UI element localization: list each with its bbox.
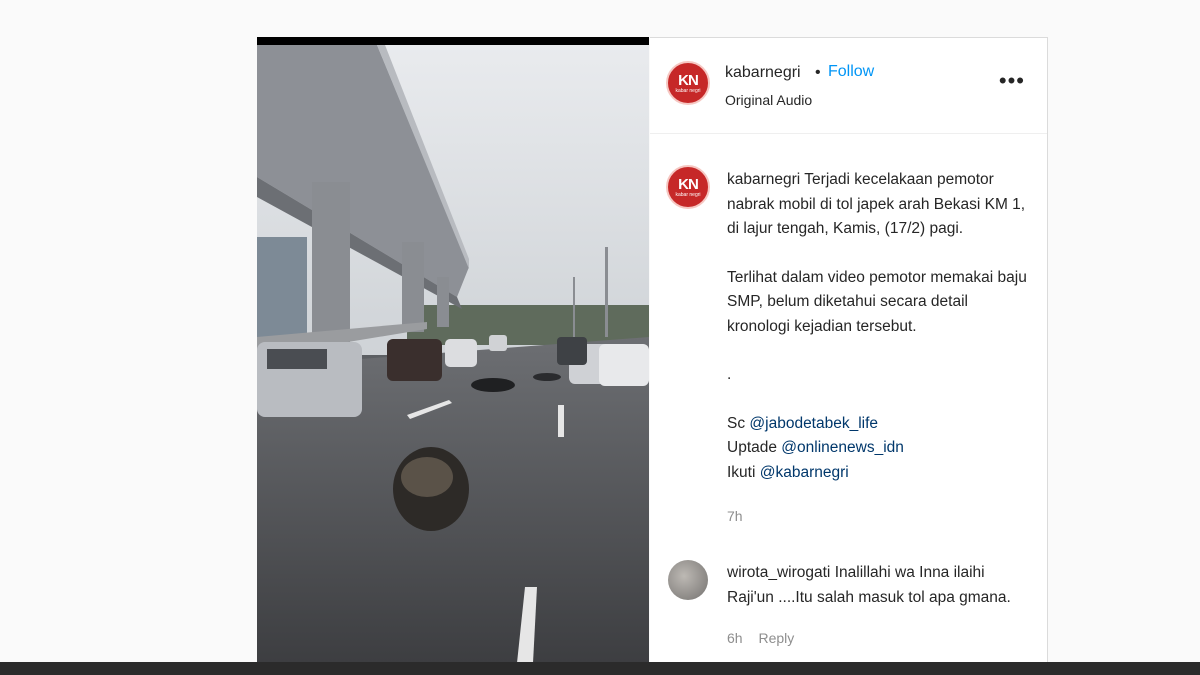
header-username[interactable]: kabarnegri bbox=[725, 64, 801, 82]
caption-logo-subtext: kabar negri bbox=[675, 191, 701, 198]
caption-paragraph-2: Terlihat dalam video pemotor memakai baj… bbox=[727, 268, 1027, 335]
credit-line-3: Ikuti @kabarnegri bbox=[727, 461, 1032, 486]
post-timestamp[interactable]: 7h bbox=[727, 508, 743, 524]
profile-avatar[interactable]: KN kabar negri bbox=[666, 61, 710, 105]
post-panel: KN kabar negri kabarnegri • Follow Origi… bbox=[650, 37, 1048, 663]
post-header: KN kabar negri kabarnegri • Follow Origi… bbox=[650, 38, 1047, 134]
caption-logo-text: KN bbox=[678, 175, 699, 193]
credit-1-prefix: Sc bbox=[727, 414, 746, 432]
video-player[interactable] bbox=[257, 37, 649, 663]
mention-jabodetabek[interactable]: @jabodetabek_life bbox=[749, 415, 878, 432]
comment-meta: 6h Reply bbox=[727, 630, 806, 646]
credit-line-1: Sc @jabodetabek_life bbox=[727, 412, 1032, 437]
mention-kabarnegri[interactable]: @kabarnegri bbox=[760, 464, 849, 481]
credit-line-2: Uptade @onlinenews_idn bbox=[727, 436, 1032, 461]
post-caption: kabarnegri Terjadi kecelakaan pemotor na… bbox=[727, 168, 1032, 485]
bottom-bar bbox=[0, 662, 1200, 675]
separator-dot: • bbox=[815, 64, 821, 81]
caption-avatar[interactable]: KN kabar negri bbox=[666, 165, 710, 209]
caption-dot: . bbox=[727, 366, 732, 383]
caption-username[interactable]: kabarnegri bbox=[727, 171, 800, 188]
video-frame bbox=[257, 37, 649, 663]
brand-logo-text: KN bbox=[678, 71, 699, 89]
commenter-avatar[interactable] bbox=[668, 560, 708, 600]
reply-button[interactable]: Reply bbox=[758, 630, 794, 646]
mention-onlinenews[interactable]: @onlinenews_idn bbox=[781, 439, 904, 456]
credit-2-prefix: Uptade bbox=[727, 439, 777, 456]
brand-logo-subtext: kabar negri bbox=[675, 87, 701, 94]
comment-username[interactable]: wirota_wirogati bbox=[727, 564, 830, 581]
comment: wirota_wirogati Inalillahi wa Inna ilaih… bbox=[727, 561, 1032, 610]
more-options-icon[interactable]: ••• bbox=[999, 70, 1025, 92]
credit-3-prefix: Ikuti bbox=[727, 463, 756, 481]
comment-timestamp[interactable]: 6h bbox=[727, 630, 743, 646]
audio-label[interactable]: Original Audio bbox=[725, 92, 812, 108]
follow-button[interactable]: Follow bbox=[828, 63, 874, 81]
caption-paragraph-1: kabarnegri Terjadi kecelakaan pemotor na… bbox=[727, 168, 1032, 242]
